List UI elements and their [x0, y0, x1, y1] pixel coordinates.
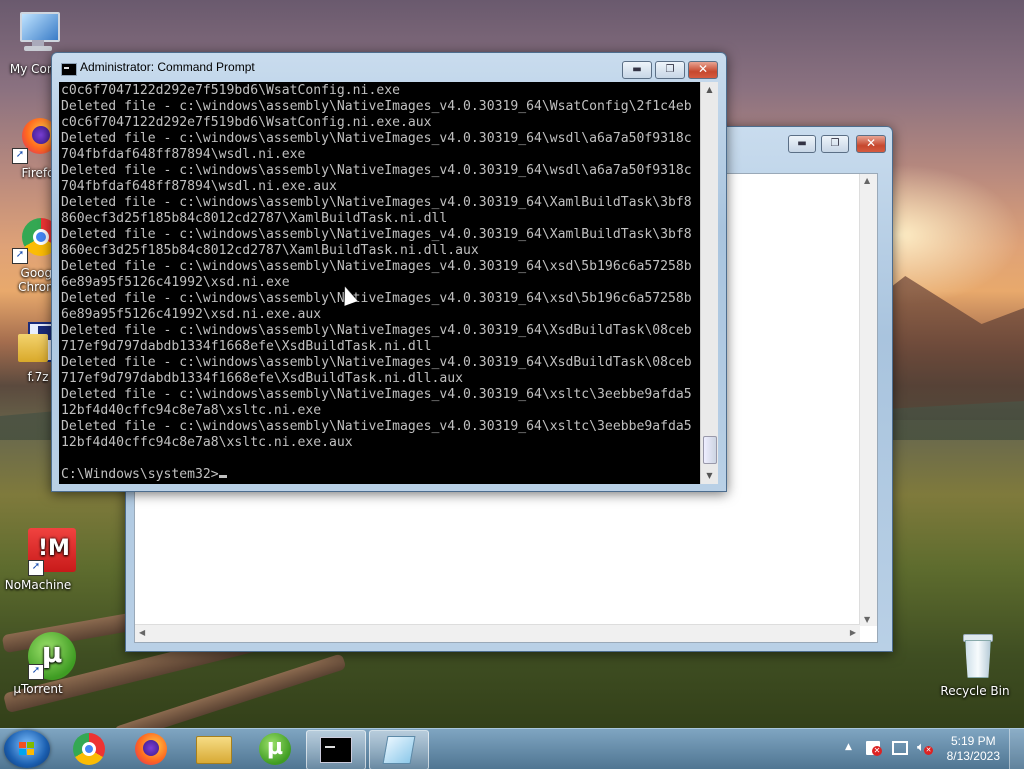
computer-icon [14, 10, 62, 58]
console-line: Deleted file - c:\windows\assembly\Nativ… [61, 323, 692, 338]
start-button[interactable] [4, 730, 50, 768]
cmd-close-button[interactable]: ✕ [688, 61, 718, 79]
notepad-close-button[interactable]: ✕ [856, 135, 886, 153]
shortcut-arrow-icon: ➚ [28, 664, 44, 680]
show-desktop-button[interactable] [1009, 729, 1024, 769]
tray-show-hidden-icons[interactable]: ▲ [845, 742, 852, 752]
firefox-icon [135, 733, 167, 765]
chrome-icon [73, 733, 105, 765]
desktop-icon-label: Recycle Bin [940, 684, 1010, 698]
console-line: Deleted file - c:\windows\assembly\Nativ… [61, 131, 692, 146]
console-line: 6e89a95f5126c41992\xsd.ni.exe [61, 275, 290, 290]
console-line: Deleted file - c:\windows\assembly\Nativ… [61, 163, 692, 178]
console-line: 12bf4d40cffc94c8e7a8\xsltc.ni.exe.aux [61, 435, 353, 450]
shortcut-arrow-icon: ➚ [12, 248, 28, 264]
console-line: Deleted file - c:\windows\assembly\Nativ… [61, 387, 692, 402]
taskbar-explorer[interactable] [184, 730, 242, 768]
volume-muted-icon[interactable]: 🔈︎ ✕ [917, 740, 933, 756]
text-cursor [218, 475, 227, 478]
taskbar-clock[interactable]: 5:19 PM 8/13/2023 [947, 734, 1000, 764]
nomachine-icon: !M ➚ [14, 526, 76, 576]
scroll-left-arrow-icon[interactable]: ◀ [139, 628, 145, 637]
clock-date: 8/13/2023 [946, 749, 1000, 763]
console-line: C:\Windows\system32> [61, 467, 219, 482]
cmd-minimize-button[interactable]: ▬ [622, 61, 652, 79]
desktop-icon-label: NoMachine [4, 578, 72, 592]
console-line: 704fbfdaf648ff87894\wsdl.ni.exe.aux [61, 179, 337, 194]
cmd-vertical-scrollbar[interactable]: ▲ ▼ [700, 82, 718, 484]
console-text: c0c6f7047122d292e7f519bd6\WsatConfig.ni.… [59, 82, 700, 483]
console-line: Deleted file - c:\windows\assembly\Nativ… [61, 259, 692, 274]
scroll-down-arrow-icon[interactable]: ▼ [864, 615, 870, 624]
command-prompt-window[interactable]: Administrator: Command Prompt ▬ ❐ ✕ c0c6… [51, 52, 727, 492]
recycle-bin-icon [951, 632, 999, 680]
windows-logo-icon [19, 742, 35, 756]
scroll-up-arrow-icon[interactable]: ▲ [864, 176, 870, 185]
action-center-icon[interactable]: ✕ [866, 741, 882, 756]
scrollbar-thumb[interactable] [703, 436, 717, 464]
utorrent-icon: µ ➚ [14, 630, 76, 680]
console-line: Deleted file - c:\windows\assembly\Nativ… [61, 419, 692, 434]
scroll-right-arrow-icon[interactable]: ▶ [850, 628, 856, 637]
cmd-console-output[interactable]: c0c6f7047122d292e7f519bd6\WsatConfig.ni.… [59, 82, 700, 484]
cmd-restore-button[interactable]: ❐ [655, 61, 685, 79]
taskbar: µ ▲ ✕ 🔈︎ ✕ 5:19 PM 8/13/2023 [0, 728, 1024, 770]
scroll-down-arrow-icon[interactable]: ▼ [701, 468, 718, 484]
taskbar-notepad[interactable] [369, 730, 429, 770]
taskbar-chrome[interactable] [60, 730, 118, 768]
console-line: 717ef9d797dabdb1334f1668efe\XsdBuildTask… [61, 339, 432, 354]
cmd-window-title: Administrator: Command Prompt [80, 60, 255, 74]
notepad-icon [382, 736, 416, 764]
console-line: 860ecf3d25f185b84c8012cd2787\XamlBuildTa… [61, 211, 448, 226]
network-icon[interactable] [892, 741, 908, 755]
console-line: c0c6f7047122d292e7f519bd6\WsatConfig.ni.… [61, 115, 432, 130]
clock-time: 5:19 PM [950, 734, 996, 748]
shortcut-arrow-icon: ➚ [28, 560, 44, 576]
desktop-icon-utorrent[interactable]: µ ➚ µTorrent [0, 630, 76, 696]
console-line: 12bf4d40cffc94c8e7a8\xsltc.ni.exe [61, 403, 322, 418]
console-line: c0c6f7047122d292e7f519bd6\WsatConfig.ni.… [61, 83, 400, 98]
notepad-horizontal-scrollbar[interactable]: ◀ ▶ [135, 624, 860, 642]
desktop: My Comp ➚ Firefo ➚ Googl Chrom f.7z !M ➚ [0, 0, 1024, 728]
console-line: 704fbfdaf648ff87894\wsdl.ni.exe [61, 147, 306, 162]
scroll-up-arrow-icon[interactable]: ▲ [701, 82, 718, 98]
console-line: Deleted file - c:\windows\assembly\Nativ… [61, 291, 692, 306]
shortcut-arrow-icon: ➚ [12, 148, 28, 164]
utorrent-icon: µ [259, 733, 291, 765]
console-line: 717ef9d797dabdb1334f1668efe\XsdBuildTask… [61, 371, 464, 386]
notepad-vertical-scrollbar[interactable]: ▲ ▼ [859, 174, 877, 626]
taskbar-firefox[interactable] [122, 730, 180, 768]
notepad-minimize-button[interactable]: ▬ [788, 135, 816, 153]
cmd-app-icon [61, 63, 77, 76]
desktop-icon-label: µTorrent [13, 682, 63, 696]
taskbar-utorrent[interactable]: µ [246, 730, 304, 768]
console-line: 6e89a95f5126c41992\xsd.ni.exe.aux [61, 307, 322, 322]
folder-icon [196, 736, 232, 764]
cmd-icon [320, 737, 352, 763]
desktop-icon-recycle-bin[interactable]: Recycle Bin [937, 632, 1013, 698]
console-line: Deleted file - c:\windows\assembly\Nativ… [61, 99, 692, 114]
console-line: Deleted file - c:\windows\assembly\Nativ… [61, 195, 692, 210]
desktop-icon-nomachine[interactable]: !M ➚ NoMachine [0, 526, 76, 592]
taskbar-command-prompt[interactable] [306, 730, 366, 770]
console-line: 860ecf3d25f185b84c8012cd2787\XamlBuildTa… [61, 243, 479, 258]
notepad-restore-button[interactable]: ❐ [821, 135, 849, 153]
console-line: Deleted file - c:\windows\assembly\Nativ… [61, 355, 692, 370]
console-line: Deleted file - c:\windows\assembly\Nativ… [61, 227, 692, 242]
